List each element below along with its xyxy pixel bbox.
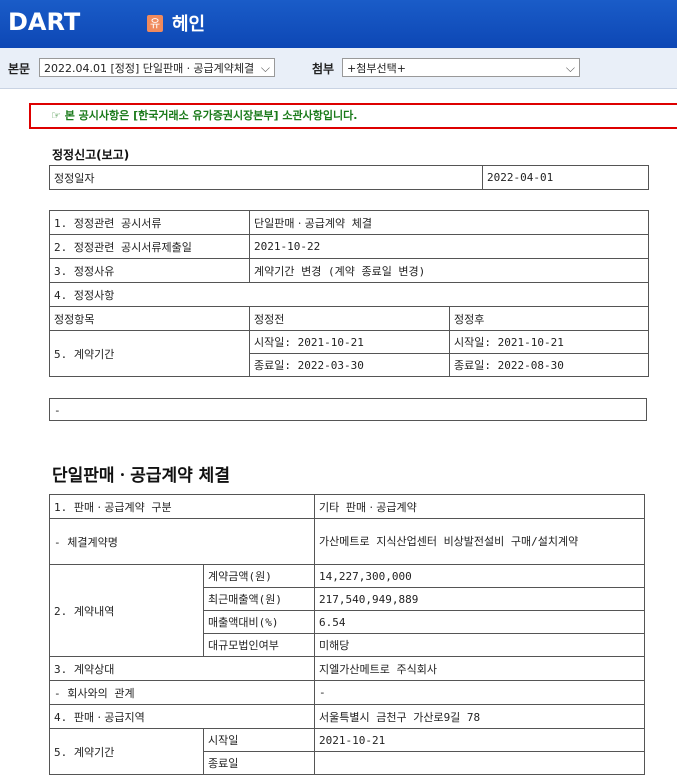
correction-row-value: 계약기간 변경 (계약 종료일 변경)	[249, 258, 649, 283]
correction-item-label: 5. 계약기간	[49, 330, 250, 377]
before-start: 시작일: 2021-10-21	[249, 330, 450, 354]
contract-row-value: 기타 판매ㆍ공급계약	[314, 494, 645, 519]
contract-table: 1. 판매ㆍ공급계약 구분 기타 판매ㆍ공급계약 - 체결계약명 가산메트로 지…	[49, 494, 645, 775]
after-end: 종료일: 2022-08-30	[449, 353, 649, 377]
contract-row-value: 서울특별시 금천구 가산로9길 78	[314, 704, 645, 729]
contract-row-label: 3. 계약상대	[49, 656, 315, 681]
contract-row-value: 지엘가산메트로 주식회사	[314, 656, 645, 681]
col-header-item: 정정항목	[49, 306, 250, 331]
correction-row-label: 2. 정정관련 공시서류제출일	[49, 234, 250, 259]
main-doc-label: 본문	[8, 62, 31, 76]
contract-row-label: - 회사와의 관계	[49, 680, 315, 705]
correction-note-box: -	[49, 398, 647, 421]
col-header-before: 정정전	[249, 306, 450, 331]
before-end: 종료일: 2022-03-30	[249, 353, 450, 377]
after-start: 시작일: 2021-10-21	[449, 330, 649, 354]
correction-date-table: 정정일자 2022-04-01	[49, 165, 649, 190]
chevron-down-icon: ⌵	[260, 61, 270, 75]
correction-title: 정정신고(보고)	[52, 148, 130, 162]
correction-row-label: 4. 정정사항	[49, 282, 649, 307]
main-doc-value: 2022.04.01 [정정] 단일판매ㆍ공급계약체결	[44, 62, 255, 75]
chevron-down-icon: ⌵	[565, 61, 575, 75]
contract-sub-label: 최근매출액(원)	[203, 587, 315, 611]
contract-sub-label: 시작일	[203, 728, 315, 752]
contract-row-label: 5. 계약기간	[49, 728, 204, 775]
correction-detail-table: 1. 정정관련 공시서류 단일판매ㆍ공급계약 체결 2. 정정관련 공시서류제출…	[49, 210, 649, 377]
contract-row-label: - 체결계약명	[49, 518, 315, 565]
correction-date-label: 정정일자	[49, 165, 483, 190]
correction-note: -	[54, 404, 61, 417]
contract-sub-value: 미해당	[314, 633, 645, 657]
contract-row-label: 2. 계약내역	[49, 564, 204, 657]
contract-sub-value: 14,227,300,000	[314, 564, 645, 588]
notice-banner: ☞ 본 공시사항은 [한국거래소 유가증권시장본부] 소관사항입니다.	[29, 103, 677, 129]
attach-value: +첨부선택+	[347, 62, 406, 75]
company-name: 헤인	[172, 14, 206, 35]
contract-row-label: 4. 판매ㆍ공급지역	[49, 704, 315, 729]
attach-label: 첨부	[312, 62, 335, 76]
contract-title: 단일판매ㆍ공급계약 체결	[52, 466, 230, 486]
app-header: DART 유 헤인	[0, 0, 677, 48]
contract-row-value: 가산메트로 지식산업센터 비상발전설비 구매/설치계약	[314, 518, 645, 565]
contract-sub-label: 매출액대비(%)	[203, 610, 315, 634]
correction-row-label: 3. 정정사유	[49, 258, 250, 283]
document-body: ☞ 본 공시사항은 [한국거래소 유가증권시장본부] 소관사항입니다. 정정신고…	[0, 89, 677, 775]
notice-text: 본 공시사항은 [한국거래소 유가증권시장본부] 소관사항입니다.	[64, 109, 358, 122]
contract-sub-value: 2021-10-21	[314, 728, 645, 752]
contract-sub-label: 대규모법인여부	[203, 633, 315, 657]
correction-row-value: 2021-10-22	[249, 234, 649, 259]
contract-row-label: 1. 판매ㆍ공급계약 구분	[49, 494, 315, 519]
contract-sub-value: 217,540,949,889	[314, 587, 645, 611]
logo-text: DART	[8, 8, 81, 36]
contract-row-value: -	[314, 680, 645, 705]
contract-sub-value	[314, 751, 645, 775]
correction-row-label: 1. 정정관련 공시서류	[49, 210, 250, 235]
contract-sub-label: 계약금액(원)	[203, 564, 315, 588]
document-toolbar: 본문 2022.04.01 [정정] 단일판매ㆍ공급계약체결 ⌵ 첨부 +첨부선…	[0, 48, 677, 89]
col-header-after: 정정후	[449, 306, 649, 331]
contract-sub-label: 종료일	[203, 751, 315, 775]
correction-row-value: 단일판매ㆍ공급계약 체결	[249, 210, 649, 235]
main-doc-select[interactable]: 2022.04.01 [정정] 단일판매ㆍ공급계약체결 ⌵	[39, 58, 275, 77]
dart-logo[interactable]: DART	[8, 8, 80, 36]
attach-select[interactable]: +첨부선택+ ⌵	[342, 58, 580, 77]
correction-date-value: 2022-04-01	[482, 165, 649, 190]
market-badge: 유	[147, 15, 163, 32]
pointing-hand-icon: ☞	[51, 109, 61, 122]
contract-sub-value: 6.54	[314, 610, 645, 634]
